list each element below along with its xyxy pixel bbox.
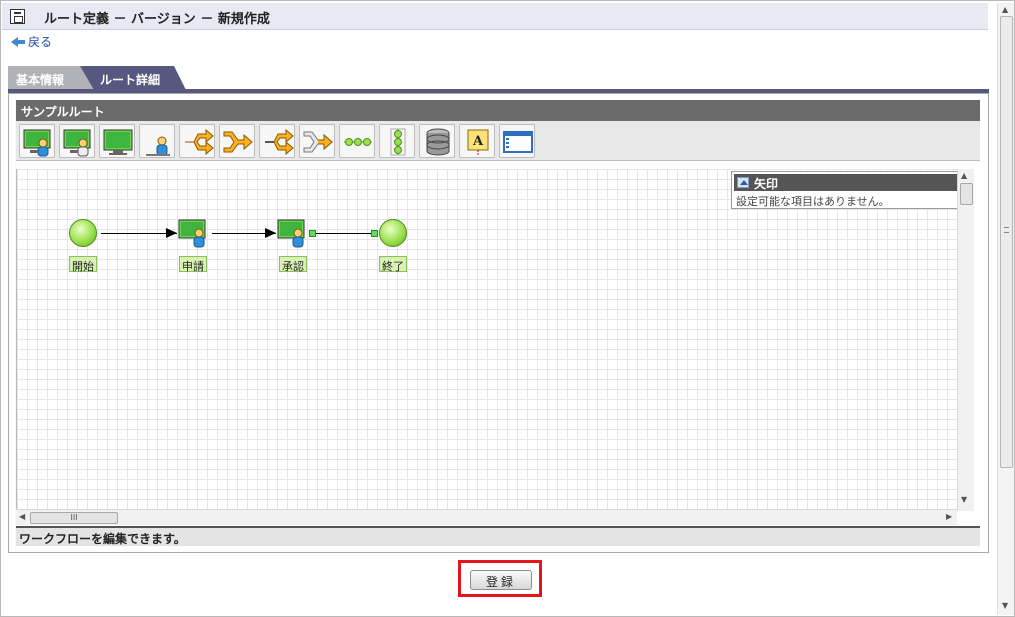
back-label: 戻る [28, 35, 53, 49]
page-scroll-down-icon[interactable]: ▼ [1002, 601, 1008, 610]
back-link[interactable]: 戻る [11, 33, 52, 50]
canvas-horizontal-scrollbar[interactable]: ◀ III ▶ [16, 509, 957, 525]
form-icon [10, 9, 25, 24]
property-box-message: 設定可能な項目はありません。 [736, 195, 890, 208]
edge-handle-start[interactable] [309, 230, 316, 237]
apply-node-icon[interactable] [178, 217, 210, 249]
title-bar: ルート定義 － バージョン － 新規作成 [2, 3, 988, 30]
database-tool-icon[interactable] [419, 124, 455, 158]
apply-node-label: 申請 [179, 256, 207, 273]
svg-text:A: A [472, 134, 484, 149]
scroll-down-icon[interactable]: ▼ [961, 495, 967, 504]
join-outline-tool-icon[interactable] [299, 124, 335, 158]
arrow-approve-to-end[interactable] [316, 233, 372, 234]
approve-node-label: 承認 [279, 256, 307, 273]
flow-canvas[interactable]: 開始 申請 承認 終了 [16, 169, 957, 509]
page-scroll-up-icon[interactable]: ▲ [1002, 5, 1008, 14]
text-annotation-tool-icon[interactable]: A [459, 124, 495, 158]
property-box: 矢印 設定可能な項目はありません。 [731, 171, 960, 209]
editor-status-bar: ワークフローを編集できます。 [16, 526, 980, 546]
join-tool-icon[interactable] [219, 124, 255, 158]
back-bar: 戻る [2, 30, 988, 54]
screen-node-tool-icon[interactable] [99, 124, 135, 158]
property-box-header: 矢印 [734, 174, 957, 191]
tab-route-detail[interactable]: ルート詳細 [80, 66, 186, 90]
collapse-icon[interactable] [737, 177, 749, 188]
vertical-chain-tool-icon[interactable] [379, 124, 415, 158]
page-vertical-scrollbar[interactable]: ▲ ▼ [997, 3, 1014, 615]
page-title: ルート定義 － バージョン － 新規作成 [44, 12, 270, 27]
split-outline-tool-icon[interactable] [259, 124, 295, 158]
route-name-header: サンプルルート [16, 100, 980, 121]
register-button[interactable]: 登録 [470, 570, 532, 590]
vertical-scroll-thumb[interactable] [960, 183, 973, 205]
back-arrow-icon [11, 36, 25, 47]
horizontal-chain-tool-icon[interactable] [339, 124, 375, 158]
page-scroll-thumb[interactable] [1000, 16, 1013, 468]
end-node-label: 終了 [379, 256, 407, 273]
start-node-icon[interactable] [69, 219, 97, 247]
editor-toolbar: A [16, 121, 980, 161]
arrowhead-icon [265, 228, 276, 238]
approve-node-icon[interactable] [277, 217, 309, 249]
scroll-up-icon[interactable]: ▲ [961, 171, 967, 180]
start-node-label: 開始 [69, 256, 97, 273]
user-node-tool-icon[interactable] [19, 124, 55, 158]
person-tool-icon[interactable] [139, 124, 175, 158]
user-node-alt-tool-icon[interactable] [59, 124, 95, 158]
window-tool-icon[interactable] [499, 124, 535, 158]
canvas-vertical-scrollbar[interactable]: ▲ ▼ [957, 169, 974, 511]
property-box-title: 矢印 [754, 177, 779, 191]
horizontal-scroll-thumb[interactable]: III [30, 512, 118, 524]
end-node-icon[interactable] [379, 219, 407, 247]
register-highlight: 登録 [458, 560, 542, 597]
route-editor-panel: サンプルルート A 開始 申請 承認 終了 矢印 設定可能な項目はありません。 … [8, 93, 989, 553]
arrowhead-icon [166, 228, 177, 238]
scroll-right-icon[interactable]: ▶ [946, 512, 952, 521]
edge-handle-end[interactable] [371, 230, 378, 237]
scroll-left-icon[interactable]: ◀ [19, 512, 25, 521]
split-tool-icon[interactable] [179, 124, 215, 158]
